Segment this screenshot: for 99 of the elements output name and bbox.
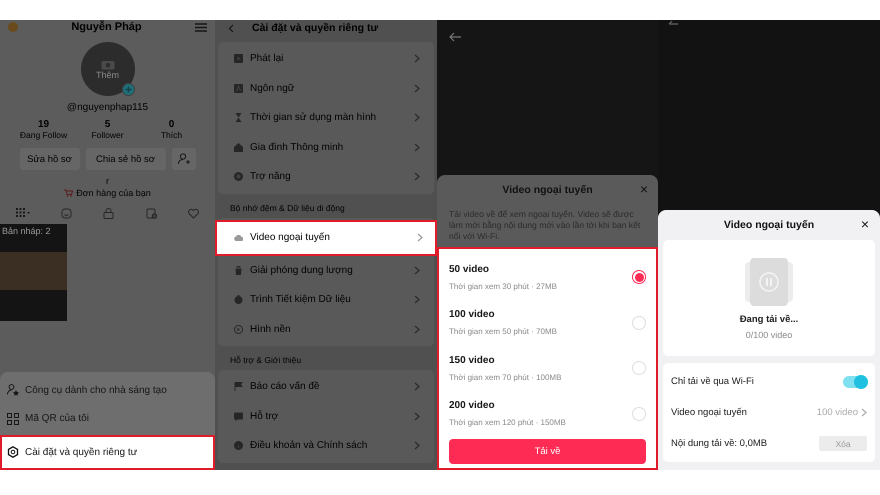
chevron-icon [414,295,420,304]
stat-value: 19 [38,119,50,130]
person-star-icon [7,384,19,396]
chevron-icon [414,113,420,122]
delete-button[interactable]: Xóa [819,436,867,451]
camera-icon [100,58,114,70]
orders-link[interactable]: Đơn hàng của bạn [76,188,151,198]
section-header: Bộ nhớ đệm & Dữ liệu di động [229,202,346,215]
draft-label: Bản nháp: 2 [1,225,52,238]
menu-icon [194,22,207,32]
back-arrow-icon [668,21,678,27]
settings-item[interactable]: Hình nền [218,314,434,344]
wifi-only-toggle[interactable] [843,376,867,388]
close-button[interactable]: × [640,182,648,196]
edit-profile-button[interactable]: Sửa hồ sơ [20,148,80,170]
video-count: 0/100 video [746,330,792,340]
house-icon [234,142,243,152]
draft-video-tile[interactable]: Bản nháp: 2 [0,224,67,321]
hourglass-icon [234,113,243,122]
add-friend-button[interactable] [172,148,196,170]
section-header: Hỗ trợ & Giới thiệu [229,354,302,367]
stat-value: 5 [104,119,110,130]
chevron-icon [414,382,420,392]
paused-video-stack-icon [745,258,793,306]
menu-item[interactable]: Mã QR của tôi [0,404,215,433]
setting-label: Video ngoại tuyến [671,407,748,418]
chevron-icon [414,266,420,275]
settings-item[interactable]: Trình Tiết kiệm Dữ liệu [218,285,434,314]
chevron-icon [414,84,420,93]
stat-label: Follower [91,130,124,140]
username-handle: @nguyenphap115 [66,102,150,113]
sheet-title: Video ngoại tuyến [502,184,593,196]
trash-icon [234,266,243,275]
storage-label: Nội dung tải về: 0,0MB [671,438,768,449]
grid-tab-icon [16,208,30,219]
settings-item[interactable]: Giải phóng dung lượng [218,256,434,285]
settings-item[interactable]: Video ngoại tuyến [215,220,437,256]
photo-placeholder [0,252,67,290]
cloud-icon [234,233,243,242]
chevron-icon [414,142,420,152]
stat-value: 0 [168,119,174,130]
sheet-title: Video ngoại tuyến [724,219,814,231]
avatar-placeholder[interactable]: Thêm [80,42,134,96]
profile-name: Nguyễn Pháp [71,21,142,33]
chevron-icon [861,408,867,417]
info-icon [234,441,243,450]
option-label: 100 video [449,309,496,320]
option-detail: Thời gian xem 70 phút · 100MB [449,372,562,382]
chevron-icon [414,172,420,182]
heart-tab-icon [188,208,200,219]
lock-tab-icon [103,208,114,219]
back-arrow-icon [449,32,461,42]
chevron-icon [414,54,420,64]
settings-item[interactable]: Trợ năng [218,162,434,192]
setting-label: Chỉ tải về qua Wi-Fi [671,376,755,387]
repost-tab-icon [146,208,157,219]
stat-label: Đang Follow [20,130,68,140]
settings-item[interactable]: Điều khoản và Chính sách [218,431,434,460]
language-icon [234,84,243,93]
settings-item[interactable]: Thời gian sử dụng màn hình [218,103,434,132]
close-button[interactable]: × [860,217,869,231]
qr-code-icon [7,412,19,425]
chevron-icon [414,441,420,450]
chat-icon [234,412,243,421]
radio-button[interactable] [632,270,646,284]
avatar-icon [8,22,18,32]
option-detail: Thời gian xem 30 phút · 27MB [449,282,558,291]
chevron-icon [414,412,420,421]
person-plus-icon [178,153,190,165]
share-profile-button[interactable]: Chia sẻ hồ sơ [86,148,166,170]
option-label: 150 video [449,354,496,366]
chevron-icon [417,233,423,242]
settings-item[interactable]: Phát lại [218,44,434,74]
gear-icon [7,446,19,458]
offline-videos-row[interactable]: Video ngoại tuyến 100 video [671,397,867,428]
flag-icon [234,382,243,392]
settings-item[interactable]: Gia đình Thông minh [218,132,434,162]
settings-item[interactable]: Hỗ trợ [218,402,434,431]
sticker-tab-icon [61,208,72,219]
cart-icon [64,189,74,197]
screen-title: Cài đặt và quyền riêng tư [252,22,378,34]
settings-item[interactable]: Ngôn ngữ [218,74,434,103]
settings-item[interactable]: Báo cáo vấn đề [218,372,434,402]
menu-item[interactable]: Cài đặt và quyền riêng tư [0,434,215,470]
setting-value: 100 video [816,407,858,418]
stat-label: Thích [160,130,182,140]
avatar-label: Thêm [96,70,119,80]
download-button[interactable]: Tải về [449,439,646,464]
menu-item[interactable]: Công cụ dành cho nhà sáng tạo [0,376,215,404]
chevron-icon [414,324,420,334]
bio-text: r [105,176,110,186]
option-detail: Thời gian xem 50 phút · 70MB [449,327,558,336]
download-status: Đang tải về... [740,314,798,325]
play-circle-icon [234,324,243,334]
option-label: 200 video [449,400,496,412]
playback-icon [234,54,243,64]
option-label: 50 video [449,264,490,275]
plus-badge-icon [122,83,134,96]
option-detail: Thời gian xem 120 phút · 150MB [449,418,567,428]
